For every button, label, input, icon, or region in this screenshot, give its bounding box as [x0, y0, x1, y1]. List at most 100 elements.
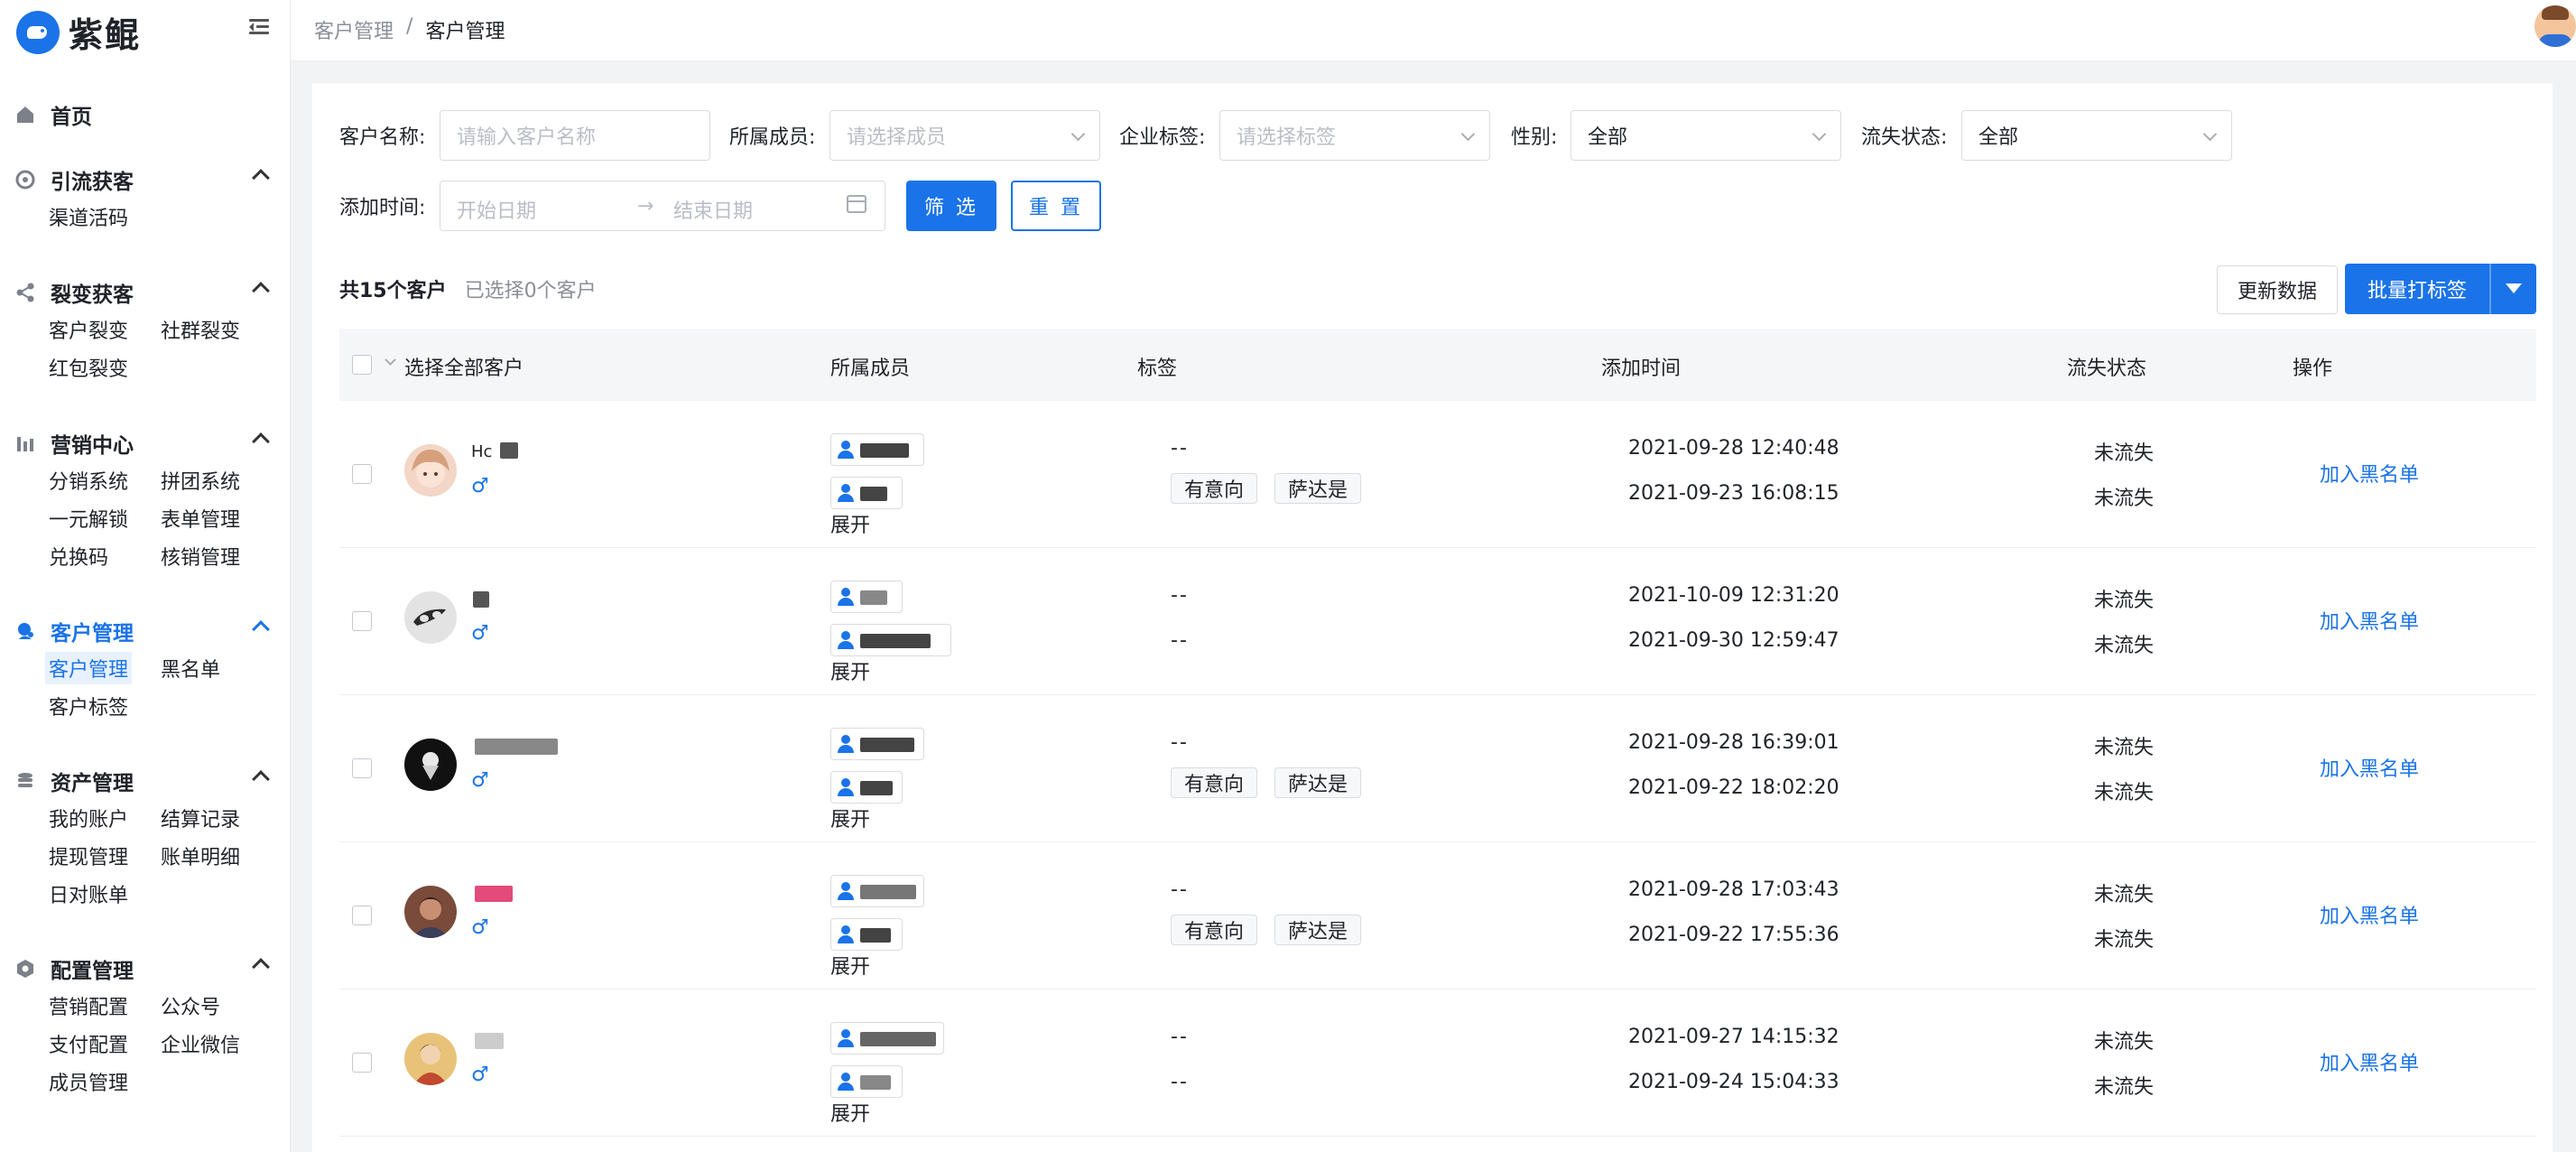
batch-tag-button[interactable]: 批量打标签	[2345, 264, 2489, 314]
tags-empty: --	[1171, 584, 1189, 607]
sidebar-item-redpacket-fission[interactable]: 红包裂变	[49, 353, 128, 382]
sidebar-group-head[interactable]: 客户管理	[14, 618, 271, 646]
tags-empty: --	[1171, 629, 1189, 652]
main-card: 客户名称: 请输入客户名称 所属成员: 请选择成员 企业标签: 请选择标签 性别…	[312, 83, 2553, 1152]
sidebar-item-customer-manage[interactable]: 客户管理	[45, 652, 133, 684]
add-to-blacklist-link[interactable]: 加入黑名单	[2320, 900, 2419, 929]
expand-link[interactable]: 展开	[830, 509, 870, 538]
member-redaction	[860, 443, 909, 458]
header-tags: 标签	[1137, 358, 1178, 380]
sidebar-item-official-account[interactable]: 公众号	[161, 991, 220, 1020]
member-tag	[830, 1022, 944, 1054]
sidebar-group-assets: 资产管理 我的账户 结算记录 提现管理 账单明细 日对账单	[14, 767, 271, 907]
table-row: ♂ 展开 -- 有意向 萨达是 2021-09-28 17:03:43 2021…	[339, 842, 2536, 989]
date-range-picker[interactable]: 开始日期 → 结束日期	[440, 181, 885, 231]
sidebar-item-verification[interactable]: 核销管理	[161, 542, 240, 571]
filter-button[interactable]: 筛 选	[906, 181, 996, 231]
sidebar-item-one-yuan-unlock[interactable]: 一元解锁	[49, 504, 128, 533]
sidebar-item-withdraw[interactable]: 提现管理	[49, 841, 128, 870]
expand-link[interactable]: 展开	[830, 656, 870, 685]
tag-chip: 有意向	[1171, 473, 1258, 504]
row-checkbox[interactable]	[352, 611, 372, 631]
add-to-blacklist-link[interactable]: 加入黑名单	[2320, 753, 2419, 782]
expand-link[interactable]: 展开	[830, 804, 870, 832]
add-to-blacklist-link[interactable]: 加入黑名单	[2320, 1047, 2419, 1076]
sidebar-item-member-manage[interactable]: 成员管理	[49, 1067, 128, 1096]
churn-select[interactable]: 全部	[1961, 110, 2232, 161]
add-time: 2021-10-09 12:31:20	[1628, 584, 1839, 607]
gender-label: 性别:	[1511, 126, 1558, 149]
person-icon	[838, 588, 854, 606]
sidebar-group-head[interactable]: 配置管理	[14, 955, 271, 983]
refresh-data-button[interactable]: 更新数据	[2217, 265, 2338, 314]
sidebar-group-head[interactable]: 裂变获客	[14, 279, 271, 307]
sidebar-item-blacklist[interactable]: 黑名单	[161, 654, 220, 683]
member-select[interactable]: 请选择成员	[829, 110, 1100, 161]
sidebar-item-marketing-config[interactable]: 营销配置	[49, 991, 128, 1020]
sidebar-group-traffic: 引流获客 渠道活码	[14, 166, 271, 230]
sidebar-item-form-manage[interactable]: 表单管理	[161, 504, 240, 533]
customer-name-input[interactable]: 请输入客户名称	[440, 110, 710, 161]
name-redaction	[500, 442, 518, 459]
sidebar-item-home[interactable]: 首页	[14, 99, 92, 130]
tag-select-placeholder: 请选择标签	[1237, 126, 1337, 149]
sidebar-item-daily-statement[interactable]: 日对账单	[49, 879, 128, 908]
chevron-down-icon[interactable]	[385, 354, 396, 366]
tag-select[interactable]: 请选择标签	[1219, 110, 1490, 161]
row-checkbox[interactable]	[352, 1053, 372, 1073]
sidebar-item-customer-fission[interactable]: 客户裂变	[49, 315, 128, 344]
logo[interactable]: 紫鲲	[16, 7, 141, 57]
caret-down-icon[interactable]	[2506, 283, 2522, 293]
sidebar-item-my-account[interactable]: 我的账户	[49, 804, 128, 832]
sidebar-group-head[interactable]: 资产管理	[14, 767, 271, 795]
chevron-up-icon	[252, 770, 270, 788]
sidebar-item-wecom[interactable]: 企业微信	[161, 1029, 240, 1058]
sidebar-group-config: 配置管理 营销配置 公众号 支付配置 企业微信 成员管理	[14, 955, 271, 1095]
sidebar-item-bill-detail[interactable]: 账单明细	[161, 841, 240, 870]
sidebar-group-head[interactable]: 引流获客	[14, 166, 271, 194]
person-icon	[838, 441, 854, 459]
sidebar-item-distribution[interactable]: 分销系统	[49, 466, 128, 495]
total-count: 共15个客户	[339, 280, 447, 302]
breadcrumb-parent[interactable]: 客户管理	[314, 15, 394, 44]
reset-button[interactable]: 重 置	[1011, 181, 1101, 231]
sidebar-item-group-buy[interactable]: 拼团系统	[161, 466, 240, 495]
expand-link[interactable]: 展开	[830, 1098, 870, 1127]
table-row: Hc ♂ 展开 -- 有意向 萨达是 2021-09-28 12:40:48 2…	[339, 401, 2536, 548]
add-to-blacklist-link[interactable]: 加入黑名单	[2320, 606, 2419, 635]
sidebar-group-label: 资产管理	[51, 772, 134, 795]
add-time: 2021-09-24 15:04:33	[1628, 1071, 1839, 1093]
member-tag	[830, 771, 903, 804]
sidebar-item-redeem-code[interactable]: 兑换码	[49, 542, 108, 571]
tag-chip: 有意向	[1171, 915, 1258, 945]
calendar-icon	[847, 195, 866, 213]
expand-link[interactable]: 展开	[830, 951, 870, 980]
member-redaction	[860, 487, 887, 501]
chevron-up-icon	[252, 432, 270, 451]
menu-collapse-icon[interactable]	[249, 16, 271, 38]
sidebar-item-settlement[interactable]: 结算记录	[161, 804, 240, 832]
person-icon	[838, 778, 854, 796]
add-time: 2021-09-28 17:03:43	[1628, 878, 1839, 901]
select-all-checkbox[interactable]	[352, 355, 372, 375]
person-icon	[838, 484, 854, 502]
gender-select[interactable]: 全部	[1571, 110, 1841, 161]
sidebar-group-label: 客户管理	[51, 622, 134, 646]
chevron-up-icon	[252, 282, 270, 300]
row-checkbox[interactable]	[352, 464, 372, 484]
row-checkbox[interactable]	[352, 906, 372, 925]
add-time: 2021-09-22 18:02:20	[1628, 776, 1839, 799]
sidebar-group-marketing: 营销中心 分销系统 拼团系统 一元解锁 表单管理 兑换码 核销管理	[14, 430, 271, 570]
sidebar-group-head[interactable]: 营销中心	[14, 430, 271, 458]
sidebar-item-customer-tags[interactable]: 客户标签	[49, 692, 128, 720]
churn-select-value: 全部	[1978, 126, 2019, 149]
sidebar-item-group-fission[interactable]: 社群裂变	[161, 315, 240, 344]
bar-chart-icon	[14, 432, 36, 454]
person-icon	[838, 631, 854, 649]
row-checkbox[interactable]	[352, 758, 372, 778]
tags-empty: --	[1171, 1071, 1189, 1093]
sidebar-item-payment-config[interactable]: 支付配置	[49, 1029, 128, 1058]
user-avatar[interactable]	[2534, 5, 2576, 47]
sidebar-item-channel-qrcode[interactable]: 渠道活码	[49, 202, 128, 231]
add-to-blacklist-link[interactable]: 加入黑名单	[2320, 459, 2419, 488]
